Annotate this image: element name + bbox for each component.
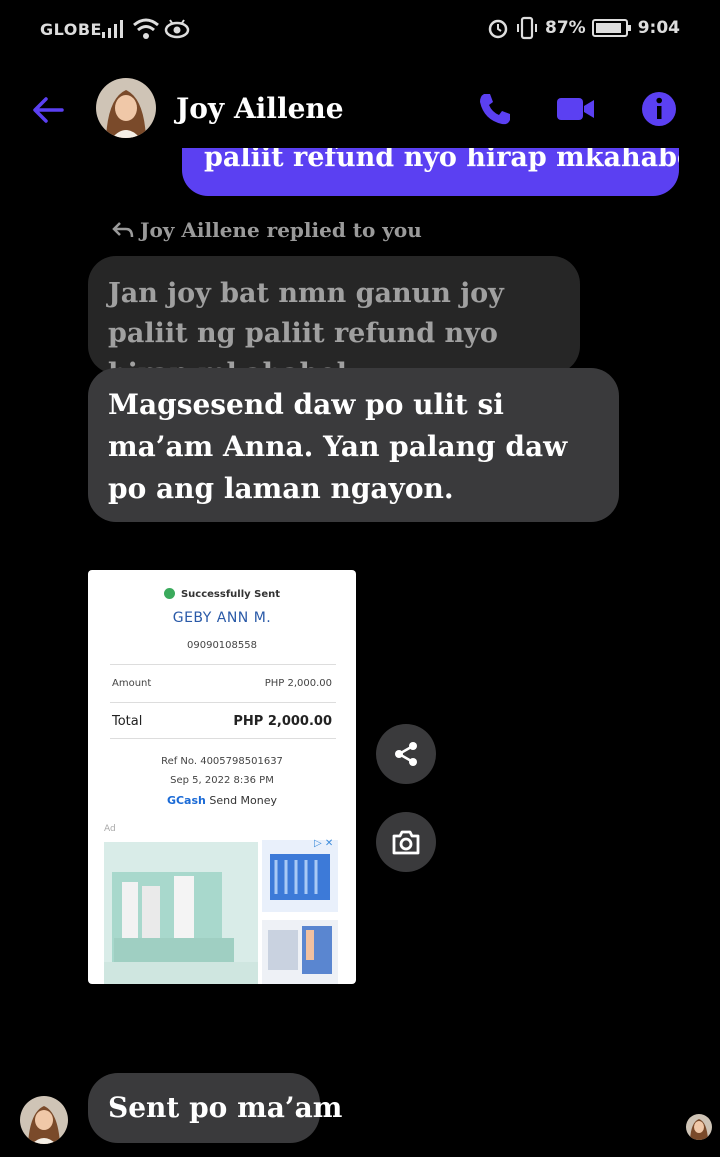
receipt-image[interactable]: Successfully Sent GEBY ANN M. 0909010855… <box>88 570 356 984</box>
sent-message-text: paliit refund nyo hirap mkahabol <box>204 148 679 173</box>
receipt-date: Sep 5, 2022 8:36 PM <box>170 775 274 786</box>
read-receipt-avatar <box>686 1114 712 1140</box>
receipt-divider <box>110 738 336 739</box>
battery-icon <box>591 19 631 37</box>
wifi-icon <box>133 18 159 39</box>
contact-avatar-small[interactable] <box>20 1096 68 1144</box>
info-icon[interactable] <box>638 88 680 130</box>
receipt-divider <box>110 702 336 703</box>
contact-name[interactable]: Joy Aillene <box>176 92 344 125</box>
save-photo-button[interactable] <box>376 812 436 872</box>
ad-close-icon[interactable]: ▷ ✕ <box>314 838 333 849</box>
check-circle-icon <box>163 588 175 599</box>
receipt-divider <box>110 664 336 665</box>
ad-label: Ad <box>104 824 116 834</box>
receipt-total-row: Total PHP 2,000.00 <box>112 714 332 729</box>
received-message-bubble[interactable]: Sent po ma’am <box>88 1073 342 1143</box>
ad-image-thumb <box>262 840 338 912</box>
ad-image-main <box>104 842 258 984</box>
received-message-bubble[interactable]: Magsesend daw po ulit si ma’am Anna. Yan… <box>88 368 619 522</box>
reply-indicator-text: Joy Aillene replied to you <box>140 218 422 242</box>
vibrate-icon <box>517 16 537 40</box>
status-bar: GLOBE 87% 9:04 <box>0 0 720 62</box>
receipt-recipient-name: GEBY ANN M. <box>172 610 272 626</box>
battery-percent: 87% <box>545 18 586 38</box>
reply-icon <box>112 222 134 238</box>
video-icon[interactable] <box>554 88 596 130</box>
signal-icon <box>102 20 123 38</box>
sent-message-bubble[interactable]: paliit refund nyo hirap mkahabol <box>182 148 679 196</box>
ad-image-thumb <box>262 920 338 984</box>
phone-icon[interactable] <box>474 88 516 130</box>
carrier-label: GLOBE <box>40 20 102 39</box>
chat-header: Joy Aillene <box>0 70 720 150</box>
receipt-amount-row: Amount PHP 2,000.00 <box>112 678 332 689</box>
receipt-method: GCash Send Money <box>166 794 278 807</box>
alarm-icon <box>488 19 508 39</box>
camera-icon <box>392 830 420 855</box>
back-arrow-icon[interactable] <box>28 90 68 130</box>
receipt-status: Successfully Sent <box>88 588 356 600</box>
receipt-recipient-phone: 09090108558 <box>187 640 257 651</box>
clock-time: 9:04 <box>637 18 680 38</box>
receipt-ref-number: Ref No. 4005798501637 <box>161 756 283 767</box>
share-button[interactable] <box>376 724 436 784</box>
eye-icon <box>164 19 190 39</box>
reply-indicator: Joy Aillene replied to you <box>112 218 422 242</box>
share-icon <box>395 742 417 766</box>
quoted-message[interactable]: Jan joy bat nmn ganun joy paliit ng pali… <box>88 256 580 389</box>
contact-avatar[interactable] <box>96 78 156 138</box>
